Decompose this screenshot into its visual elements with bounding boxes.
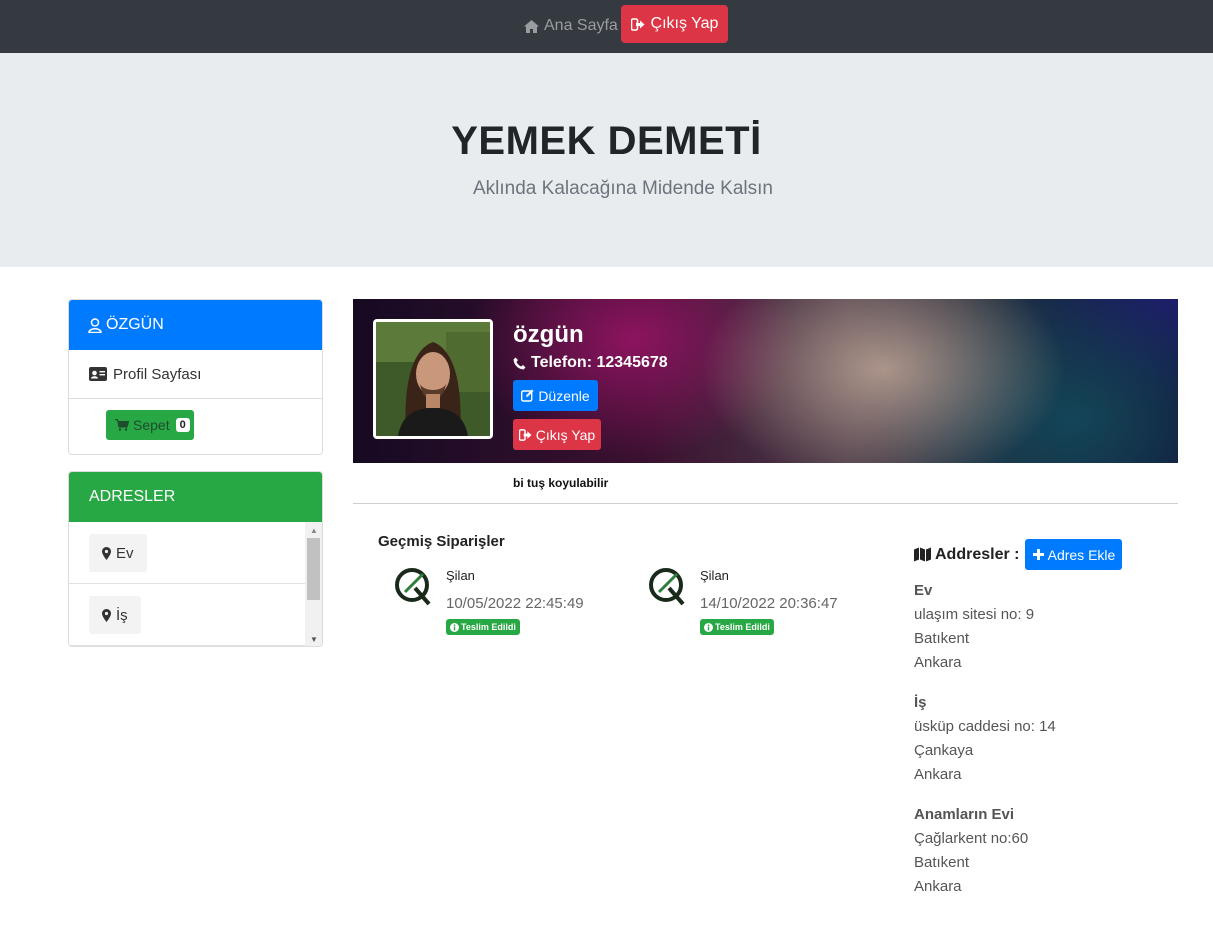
home-icon xyxy=(524,19,539,33)
user-icon xyxy=(88,317,102,333)
order-card[interactable]: Şilan 10/05/2022 22:45:49 Teslim Edildi xyxy=(393,566,623,646)
addresses-card: ADRESLER Ev İş ▲ ▼ xyxy=(68,471,323,647)
address-title: İş xyxy=(914,694,927,711)
id-card-icon xyxy=(89,367,107,381)
sign-out-icon xyxy=(518,428,532,441)
profile-logout-label: Çıkış Yap xyxy=(535,426,596,443)
cart-count-badge: 0 xyxy=(175,418,190,432)
address-city: Ankara xyxy=(914,654,962,671)
list-item: Ev xyxy=(69,522,306,584)
profile-logout-button[interactable]: Çıkış Yap xyxy=(513,419,601,450)
addresses-card-header: ADRESLER xyxy=(69,472,322,522)
status-badge-label: Teslim Edildi xyxy=(461,622,516,632)
address-entry: Ev ulaşım sitesi no: 9 Batıkent Ankara xyxy=(914,579,1034,675)
nav-logout-button[interactable]: Çıkış Yap xyxy=(621,5,728,43)
profile-page-label: Profil Sayfası xyxy=(113,365,202,383)
home-link[interactable]: Ana Sayfa xyxy=(524,14,618,38)
past-orders-title: Geçmiş Siparişler xyxy=(378,533,505,550)
add-address-button[interactable]: Adres Ekle xyxy=(1025,539,1123,570)
address-list: Ev İş xyxy=(69,522,306,646)
avatar xyxy=(373,319,493,439)
address-city: Ankara xyxy=(914,766,962,783)
scrollbar-thumb[interactable] xyxy=(307,538,320,600)
map-marker-icon xyxy=(102,608,111,622)
restaurant-logo-icon xyxy=(649,568,685,606)
order-restaurant: Şilan xyxy=(446,568,475,583)
scroll-down-arrow-icon[interactable]: ▼ xyxy=(310,635,318,644)
address-line: Çağlarkent no:60 xyxy=(914,830,1029,847)
address-district: Batıkent xyxy=(914,630,970,647)
list-item: İş xyxy=(69,584,306,646)
addresses-header: Addresler : Adres Ekle xyxy=(914,539,1123,570)
address-list-scrollbar[interactable]: ▲ ▼ xyxy=(305,522,322,646)
phone-icon xyxy=(513,357,526,369)
address-chip-is[interactable]: İş xyxy=(89,596,141,634)
address-title: Anamların Evi xyxy=(914,806,1015,823)
cart-button[interactable]: Sepet 0 xyxy=(106,410,194,440)
profile-phone-text: Telefon: 12345678 xyxy=(531,354,668,371)
plus-icon xyxy=(1032,549,1044,560)
user-card-header: ÖZGÜN xyxy=(69,300,322,350)
home-link-label: Ana Sayfa xyxy=(544,17,618,34)
site-slogan: Aklında Kalacağına Midende Kalsın xyxy=(473,178,773,199)
section-divider xyxy=(353,503,1178,504)
address-chip-label: İş xyxy=(116,606,128,624)
address-line: ulaşım sitesi no: 9 xyxy=(914,606,1035,623)
hero-jumbotron: YEMEK DEMETİ Aklında Kalacağına Midende … xyxy=(0,53,1213,267)
address-chip-ev[interactable]: Ev xyxy=(89,534,147,572)
info-circle-icon xyxy=(704,622,713,632)
info-circle-icon xyxy=(450,622,459,632)
order-date: 14/10/2022 20:36:47 xyxy=(700,595,838,612)
placeholder-note: bi tuş koyulabilir xyxy=(513,476,609,490)
restaurant-logo-icon xyxy=(395,568,431,606)
edit-icon xyxy=(521,389,534,402)
profile-phone: Telefon: 12345678 xyxy=(513,354,668,372)
edit-profile-label: Düzenle xyxy=(538,387,590,404)
address-entry: Anamların Evi Çağlarkent no:60 Batıkent … xyxy=(914,803,1028,899)
profile-name: özgün xyxy=(513,321,584,348)
address-title: Ev xyxy=(914,582,933,599)
map-icon xyxy=(914,547,931,562)
order-restaurant: Şilan xyxy=(700,568,729,583)
shopping-cart-icon xyxy=(115,419,129,431)
profile-banner: özgün Telefon: 12345678 Düzenle Çıkış Ya… xyxy=(353,299,1178,463)
site-title: YEMEK DEMETİ xyxy=(451,119,762,163)
nav-logout-label: Çıkış Yap xyxy=(650,15,719,32)
address-district: Çankaya xyxy=(914,742,974,759)
edit-profile-button[interactable]: Düzenle xyxy=(513,380,598,411)
address-chip-label: Ev xyxy=(116,544,134,562)
address-line: üsküp caddesi no: 14 xyxy=(914,718,1056,735)
user-card: ÖZGÜN Profil Sayfası Sepet 0 xyxy=(68,299,323,455)
top-navbar: Ana Sayfa Çıkış Yap xyxy=(0,0,1213,53)
sign-out-icon xyxy=(630,17,645,31)
profile-page-link[interactable]: Profil Sayfası xyxy=(69,350,322,399)
address-entry: İş üsküp caddesi no: 14 Çankaya Ankara xyxy=(914,691,1056,787)
status-badge: Teslim Edildi xyxy=(700,619,774,635)
address-city: Ankara xyxy=(914,878,962,895)
order-date: 10/05/2022 22:45:49 xyxy=(446,595,584,612)
address-district: Batıkent xyxy=(914,854,970,871)
addresses-label: Addresler : xyxy=(935,545,1020,563)
user-name: ÖZGÜN xyxy=(106,316,164,333)
status-badge: Teslim Edildi xyxy=(446,619,520,635)
add-address-label: Adres Ekle xyxy=(1047,546,1116,563)
scroll-up-arrow-icon[interactable]: ▲ xyxy=(310,526,318,535)
status-badge-label: Teslim Edildi xyxy=(715,622,770,632)
cart-label: Sepet xyxy=(133,417,170,433)
map-marker-icon xyxy=(102,546,111,560)
order-card[interactable]: Şilan 14/10/2022 20:36:47 Teslim Edildi xyxy=(647,566,877,646)
